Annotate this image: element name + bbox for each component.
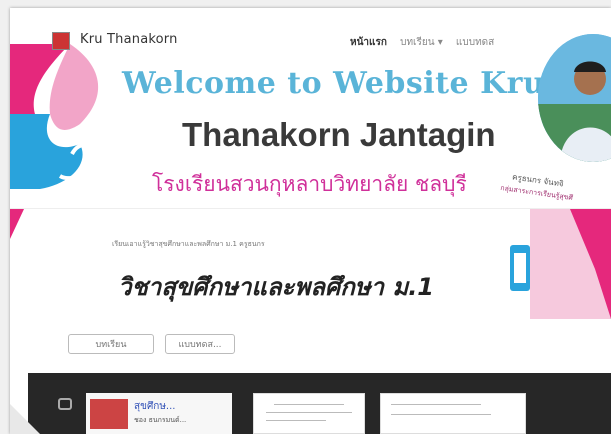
- nav-home[interactable]: หน้าแรก: [350, 37, 387, 48]
- slide-thumbnail-image: [90, 399, 128, 429]
- banner-title: วิชาสุขศึกษาและพลศึกษา ม.1: [118, 273, 435, 301]
- nav-tests[interactable]: แบบทดส: [456, 37, 494, 48]
- nav-lessons[interactable]: บทเรียน ▾: [400, 37, 443, 48]
- school-name: โรงเรียนสวนกุหลาบวิทยาลัย ชลบุรี: [152, 172, 467, 196]
- corner-decoration: [10, 404, 40, 434]
- doc-line: [391, 414, 491, 415]
- doc-line: [266, 420, 326, 421]
- slide-thumbnail-2[interactable]: [253, 393, 365, 434]
- doc-line: [274, 404, 344, 405]
- teacher-photo: [538, 34, 611, 162]
- top-nav: หน้าแรก บทเรียน ▾ แบบทดส: [350, 35, 504, 50]
- page-frame: Kru Thanakorn หน้าแรก บทเรียน ▾ แบบทดส W…: [10, 8, 611, 434]
- course-banner: เรียนเอาแรู้วิชาสุขศึกษาและพลศึกษา ม.1 ค…: [10, 208, 611, 319]
- site-title[interactable]: Kru Thanakorn: [80, 32, 178, 47]
- site-header: Kru Thanakorn หน้าแรก บทเรียน ▾ แบบทดส W…: [10, 8, 611, 203]
- site-favicon-icon[interactable]: [52, 32, 70, 50]
- doc-line: [391, 404, 481, 405]
- site-logo: [10, 44, 99, 189]
- slide-thumbnail-1[interactable]: สุขศึกษ... ชอง ธนกรมนต์...: [86, 393, 232, 434]
- teacher-name: Thanakorn Jantagin: [182, 116, 496, 153]
- slides-icon[interactable]: [58, 398, 72, 410]
- lessons-button[interactable]: บทเรียน: [68, 334, 154, 354]
- slide-thumbnail-title: สุขศึกษ...: [134, 401, 176, 412]
- slide-thumbnail-subtitle: ชอง ธนกรมนต์...: [134, 416, 187, 424]
- doc-line: [266, 412, 352, 413]
- embedded-slides-strip: สุขศึกษ... ชอง ธนกรมนต์...: [28, 373, 611, 434]
- tests-button[interactable]: แบบทดส...: [165, 334, 235, 354]
- slide-thumbnail-3[interactable]: [380, 393, 526, 434]
- banner-subtitle: เรียนเอาแรู้วิชาสุขศึกษาและพลศึกษา ม.1 ค…: [112, 240, 265, 248]
